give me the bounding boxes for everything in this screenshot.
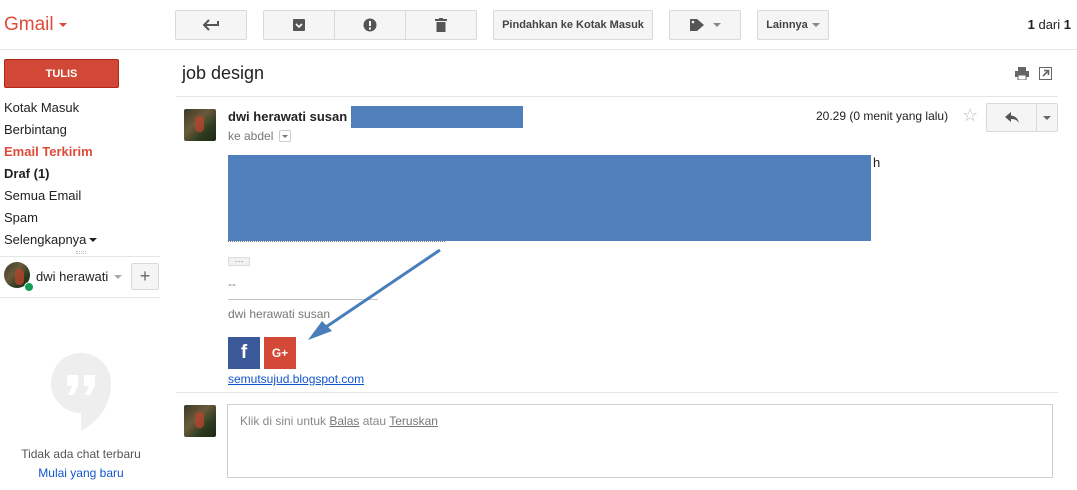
hangouts-quote-icon	[51, 353, 111, 431]
pagination-current: 1	[1027, 17, 1035, 32]
annotation-arrow	[308, 248, 441, 340]
hangouts-bottom-divider	[0, 297, 160, 298]
sidebar-item-spam[interactable]: Spam	[4, 210, 38, 225]
details-dropdown-icon	[279, 130, 292, 142]
chevron-down-icon	[811, 23, 820, 27]
move-to-inbox-button[interactable]: Pindahkan ke Kotak Masuk	[493, 10, 653, 40]
pagination: 1 dari 1	[1028, 17, 1071, 32]
more-label: Lainnya	[766, 19, 808, 31]
reply-button[interactable]	[986, 103, 1037, 132]
hangouts-user-name: dwi herawati	[36, 269, 109, 284]
current-user-avatar	[184, 405, 216, 437]
message-timestamp: 20.29 (0 menit yang lalu)	[816, 109, 949, 123]
blog-link[interactable]: semutsujud.blogspot.com	[228, 372, 364, 386]
pagination-total: 1	[1063, 17, 1071, 32]
email-subject: job design	[182, 63, 265, 83]
pagination-separator: dari	[1034, 17, 1064, 32]
caret-down-icon	[89, 237, 98, 242]
reply-box-middle: atau	[359, 414, 390, 428]
sender-avatar[interactable]	[184, 109, 216, 141]
sidebar-item-all-mail[interactable]: Semua Email	[4, 188, 81, 203]
sidebar-item-drafts[interactable]: Draf (1)	[4, 166, 50, 181]
recipient-line[interactable]: ke abdel	[228, 129, 292, 143]
labels-button[interactable]	[669, 10, 741, 40]
signature-dashes: --	[228, 277, 236, 291]
gmail-logo-text: Gmail	[4, 14, 54, 35]
facebook-button[interactable]: f	[228, 337, 260, 369]
top-divider	[0, 49, 1077, 50]
ellipsis-icon: ···	[234, 256, 244, 266]
chevron-down-icon	[58, 23, 67, 27]
body-dotted-line	[228, 241, 445, 242]
sidebar-item-inbox[interactable]: Kotak Masuk	[4, 100, 79, 115]
print-icon[interactable]	[1015, 67, 1029, 80]
star-icon[interactable]: ☆	[962, 105, 978, 126]
chat-empty-text: Tidak ada chat terbaru	[21, 447, 141, 461]
compose-label: TULIS	[45, 67, 78, 80]
back-button[interactable]	[175, 10, 247, 40]
show-trimmed-content-button[interactable]: ···	[228, 257, 250, 266]
body-trailing-text: h	[873, 155, 881, 170]
sidebar-item-more[interactable]: Selengkapnya	[4, 232, 98, 247]
trash-icon	[435, 18, 447, 32]
google-plus-icon: G+	[271, 346, 289, 360]
move-to-inbox-label: Pindahkan ke Kotak Masuk	[502, 19, 644, 31]
hangouts-divider	[0, 256, 160, 257]
gmail-logo[interactable]: Gmail	[4, 14, 67, 36]
sidebar-item-more-label: Selengkapnya	[4, 232, 87, 247]
report-spam-button[interactable]	[334, 10, 406, 40]
sidebar-item-starred[interactable]: Berbintang	[4, 122, 67, 137]
start-new-chat-link[interactable]: Mulai yang baru	[0, 466, 162, 480]
more-actions-button[interactable]	[1036, 103, 1058, 132]
reply-link[interactable]: Balas	[329, 414, 359, 428]
sender-name[interactable]: dwi herawati susan	[228, 109, 347, 124]
reply-box-prefix: Klik di sini untuk	[240, 414, 330, 428]
plus-icon: +	[139, 266, 151, 286]
hangouts-resize-handle[interactable]	[76, 251, 86, 254]
open-in-new-window-icon[interactable]	[1039, 67, 1052, 80]
reply-arrow-icon	[1004, 111, 1019, 123]
archive-icon	[293, 19, 305, 31]
chevron-down-icon	[713, 23, 721, 27]
chevron-down-icon	[1043, 115, 1051, 120]
more-button[interactable]: Lainnya	[757, 10, 829, 40]
online-status-dot	[24, 282, 34, 292]
delete-button[interactable]	[405, 10, 477, 40]
redacted-message-body	[228, 155, 871, 241]
redacted-sender-email	[351, 106, 523, 128]
google-plus-button[interactable]: G+	[264, 337, 296, 369]
sidebar-item-sent[interactable]: Email Terkirim	[4, 144, 93, 159]
message-divider	[176, 392, 1058, 393]
chevron-down-icon	[114, 274, 123, 279]
label-tag-icon	[690, 19, 704, 31]
subject-divider	[176, 96, 1058, 97]
new-chat-button[interactable]: +	[131, 263, 159, 290]
back-arrow-icon	[203, 19, 219, 31]
hangouts-user-menu[interactable]: dwi herawati	[36, 269, 123, 284]
spam-warning-icon	[363, 18, 377, 32]
recipient-text: ke abdel	[228, 129, 274, 143]
archive-button[interactable]	[263, 10, 335, 40]
facebook-icon: f	[240, 342, 248, 363]
compose-button[interactable]: TULIS	[4, 59, 119, 88]
forward-link[interactable]: Teruskan	[389, 414, 438, 428]
reply-box[interactable]: Klik di sini untuk Balas atau Teruskan	[227, 404, 1053, 478]
